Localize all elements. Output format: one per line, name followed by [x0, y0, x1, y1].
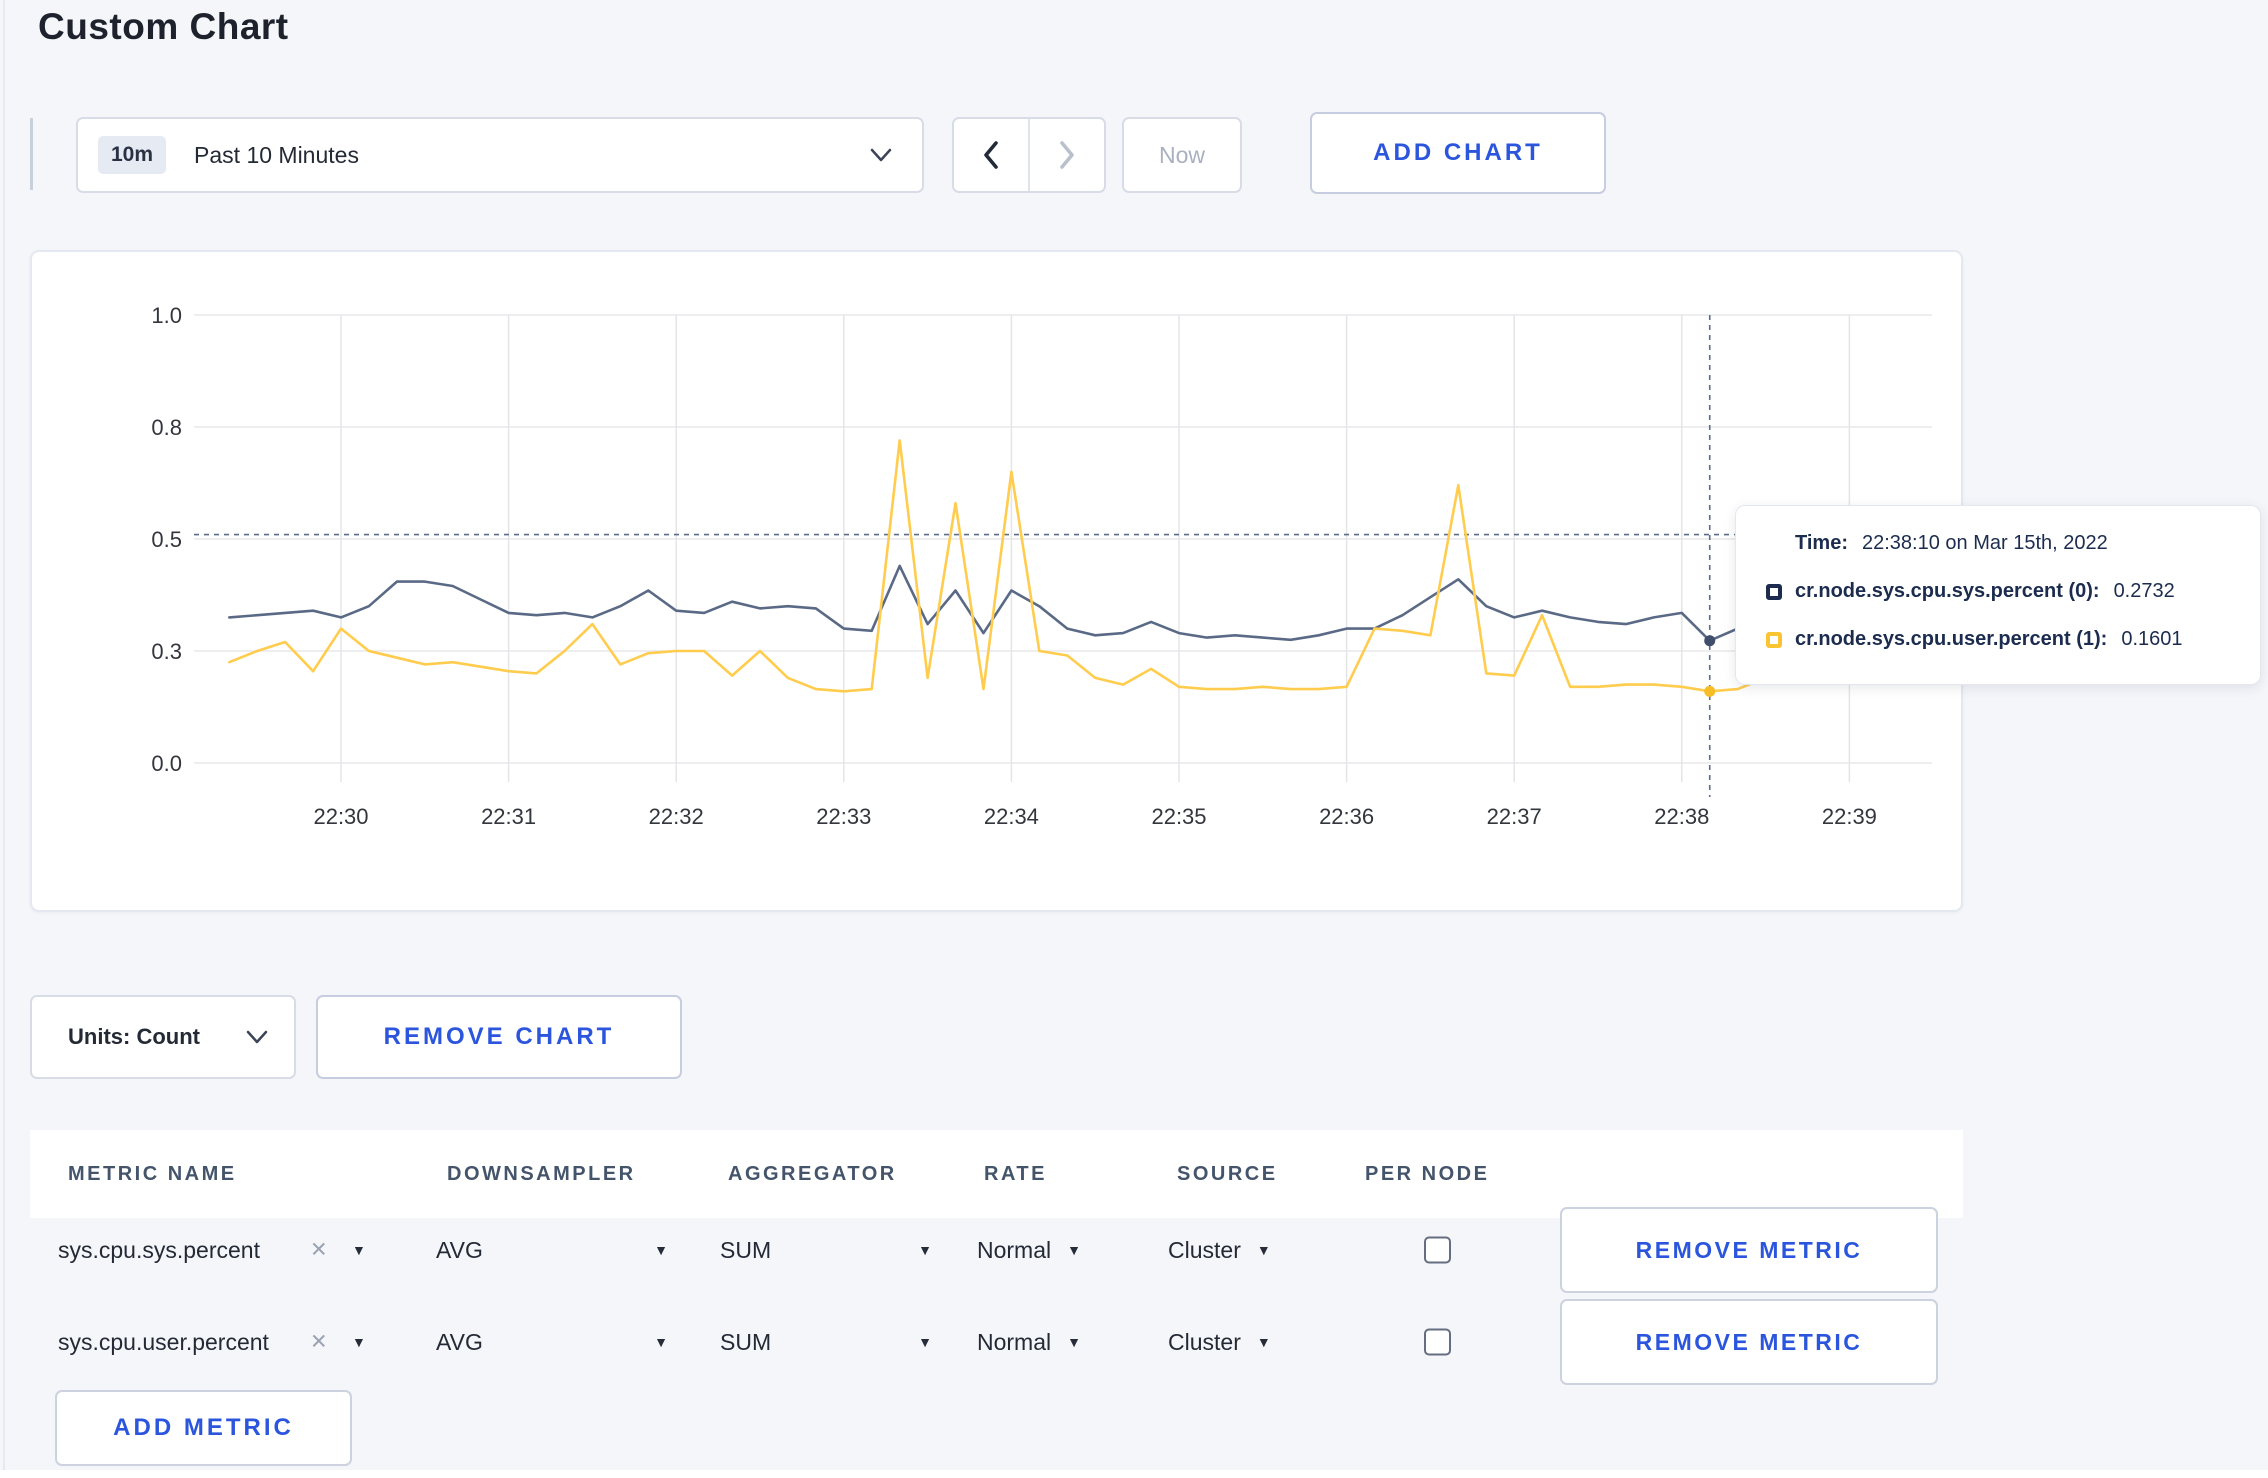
x-tick-label: 22:39	[1822, 804, 1877, 829]
x-tick-label: 22:31	[481, 804, 536, 829]
x-tick-label: 22:38	[1654, 804, 1709, 829]
time-range-badge: 10m	[98, 136, 167, 174]
add-chart-button[interactable]: ADD CHART	[1310, 112, 1606, 194]
per-node-checkbox[interactable]	[1424, 1328, 1451, 1356]
y-tick-label: 1.0	[151, 303, 182, 328]
downsampler-select[interactable]: AVG ▼	[430, 1296, 674, 1388]
caret-down-icon: ▼	[654, 1242, 668, 1258]
tooltip-sys-value: 0.2732	[2113, 580, 2175, 602]
metric-name-select[interactable]: sys.cpu.user.percent ✕ ▼	[58, 1296, 408, 1388]
clear-metric-icon[interactable]: ✕	[310, 1238, 328, 1263]
source-value: Cluster	[1168, 1236, 1241, 1263]
remove-chart-button[interactable]: REMOVE CHART	[316, 995, 682, 1079]
bottom-section-edge	[0, 1470, 2268, 1478]
rate-value: Normal	[977, 1328, 1052, 1355]
metric-name-select[interactable]: sys.cpu.sys.percent ✕ ▼	[58, 1204, 408, 1296]
x-tick-label: 22:36	[1319, 804, 1374, 829]
series-line-1	[228, 439, 1907, 693]
units-label: Units: Count	[68, 1024, 200, 1049]
next-time-button[interactable]	[1030, 119, 1104, 191]
chart-tooltip: Time: 22:38:10 on Mar 15th, 2022 cr.node…	[1735, 505, 2261, 685]
aggregator-value: SUM	[720, 1236, 772, 1263]
remove-metric-button[interactable]: REMOVE METRIC	[1560, 1299, 1938, 1385]
caret-down-icon: ▼	[352, 1334, 366, 1350]
remove-metric-label: REMOVE METRIC	[1635, 1328, 1863, 1355]
add-metric-label: ADD METRIC	[113, 1414, 294, 1441]
caret-down-icon: ▼	[352, 1242, 366, 1258]
source-select[interactable]: Cluster ▼	[1168, 1204, 1271, 1296]
source-value: Cluster	[1168, 1328, 1241, 1355]
add-chart-label: ADD CHART	[1373, 139, 1543, 166]
add-metric-button[interactable]: ADD METRIC	[55, 1390, 352, 1466]
clear-metric-icon[interactable]: ✕	[310, 1330, 328, 1355]
rate-select[interactable]: Normal ▼	[977, 1204, 1081, 1296]
units-select[interactable]: Units: Count	[30, 995, 296, 1079]
remove-metric-button[interactable]: REMOVE METRIC	[1560, 1207, 1938, 1293]
now-button[interactable]: Now	[1122, 117, 1242, 193]
tooltip-time-value: 22:38:10 on Mar 15th, 2022	[1861, 532, 2108, 554]
caret-down-icon: ▼	[918, 1334, 932, 1350]
caret-down-icon: ▼	[1256, 1334, 1271, 1350]
x-tick-label: 22:30	[313, 804, 368, 829]
y-tick-label: 0.3	[151, 639, 182, 664]
x-tick-label: 22:32	[649, 804, 704, 829]
aggregator-value: SUM	[720, 1328, 772, 1355]
metric-row: sys.cpu.sys.percent ✕ ▼ AVG ▼ SUM ▼ Norm…	[30, 1204, 1963, 1296]
downsampler-select[interactable]: AVG ▼	[430, 1204, 674, 1296]
tooltip-user-label: cr.node.sys.cpu.user.percent (1):	[1795, 628, 2108, 650]
rate-value: Normal	[977, 1236, 1052, 1263]
metric-row: sys.cpu.user.percent ✕ ▼ AVG ▼ SUM ▼ Nor…	[30, 1296, 1963, 1388]
time-nav-arrows	[952, 117, 1106, 193]
x-tick-label: 22:35	[1151, 804, 1206, 829]
source-select[interactable]: Cluster ▼	[1168, 1296, 1271, 1388]
page-left-border	[3, 0, 5, 1478]
caret-down-icon: ▼	[654, 1334, 668, 1350]
chevron-down-icon	[246, 1030, 268, 1044]
metric-name-value: sys.cpu.sys.percent	[58, 1236, 260, 1263]
remove-metric-label: REMOVE METRIC	[1635, 1236, 1863, 1263]
time-range-label: Past 10 Minutes	[194, 141, 359, 168]
user-series-legend-icon	[1766, 631, 1782, 648]
tooltip-time-label: Time:	[1795, 532, 1848, 554]
caret-down-icon: ▼	[1067, 1242, 1081, 1258]
time-range-select[interactable]: 10m Past 10 Minutes	[76, 117, 924, 193]
tooltip-sys-label: cr.node.sys.cpu.sys.percent (0):	[1795, 580, 2100, 602]
x-tick-label: 22:33	[816, 804, 871, 829]
custom-chart-page: Custom Chart 10m Past 10 Minutes Now ADD…	[0, 0, 2268, 1478]
chart-card: 0.0 0.3 0.5 0.8 1.0 22:30 22:31 22:32 22:33 22:34…	[30, 250, 1963, 912]
x-tick-label: 22:37	[1487, 804, 1542, 829]
metric-name-value: sys.cpu.user.percent	[58, 1328, 269, 1355]
page-title: Custom Chart	[38, 6, 289, 47]
aggregator-select[interactable]: SUM ▼	[714, 1204, 938, 1296]
y-tick-label: 0.8	[151, 415, 182, 440]
sys-series-legend-icon	[1766, 583, 1782, 600]
downsampler-value: AVG	[436, 1236, 483, 1263]
tooltip-user-value: 0.1601	[2121, 628, 2183, 650]
crosshair-dot-1	[1704, 685, 1716, 697]
caret-down-icon: ▼	[1256, 1242, 1271, 1258]
caret-down-icon: ▼	[1067, 1334, 1081, 1350]
rate-select[interactable]: Normal ▼	[977, 1296, 1081, 1388]
x-tick-label: 22:34	[984, 804, 1039, 829]
downsampler-value: AVG	[436, 1328, 483, 1355]
chevron-right-icon	[1060, 141, 1074, 169]
remove-chart-label: REMOVE CHART	[383, 1023, 615, 1050]
toolbar-left-divider	[30, 118, 33, 190]
series-line-0	[228, 564, 1907, 643]
chevron-down-icon	[870, 148, 892, 162]
per-node-checkbox[interactable]	[1424, 1236, 1451, 1264]
y-tick-label: 0.0	[151, 751, 182, 776]
aggregator-select[interactable]: SUM ▼	[714, 1296, 938, 1388]
crosshair-dot-0	[1704, 635, 1716, 647]
timeseries-chart[interactable]: 0.0 0.3 0.5 0.8 1.0 22:30 22:31 22:32 22:33 22:34…	[32, 252, 1961, 910]
prev-time-button[interactable]	[954, 119, 1030, 191]
y-tick-label: 0.5	[151, 527, 182, 552]
caret-down-icon: ▼	[918, 1242, 932, 1258]
chevron-left-icon	[984, 141, 998, 169]
